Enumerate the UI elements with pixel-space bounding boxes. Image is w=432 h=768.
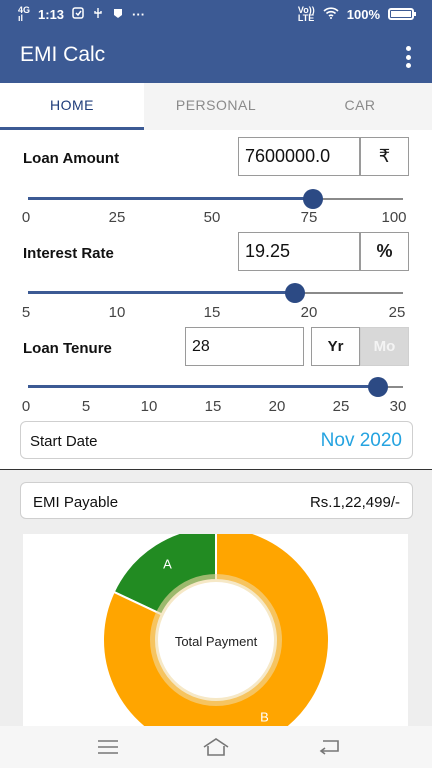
loan-tenure-label: Loan Tenure xyxy=(23,340,112,357)
emi-payable-value: Rs.1,22,499/- xyxy=(309,494,400,511)
loan-amount-label: Loan Amount xyxy=(23,150,120,167)
volte-indicator: Vo)) LTE xyxy=(297,5,315,23)
tick-label: 100 xyxy=(381,209,407,226)
start-date-label: Start Date xyxy=(30,433,98,450)
tick-label: 5 xyxy=(81,398,91,415)
status-left: 4G ıl 1:13 ··· xyxy=(18,5,146,23)
loan-tenure-slider-thumb[interactable] xyxy=(368,377,388,397)
donut-slice-label: B xyxy=(260,709,269,724)
usb-icon xyxy=(92,7,104,22)
tick-label: 20 xyxy=(268,398,286,415)
home-icon[interactable] xyxy=(202,736,230,763)
tab-car[interactable]: CAR xyxy=(288,83,432,130)
tick-label: 75 xyxy=(300,209,318,226)
interest-rate-slider[interactable] xyxy=(28,283,403,303)
overflow-menu-icon[interactable] xyxy=(404,46,412,68)
year-unit-button[interactable]: Yr xyxy=(311,327,360,366)
loan-tenure-input[interactable]: 28 xyxy=(185,327,304,366)
system-nav-bar xyxy=(0,726,432,768)
tick-label: 15 xyxy=(203,304,221,321)
tick-label: 25 xyxy=(108,209,126,226)
donut-slice-label: A xyxy=(163,557,172,572)
emi-payable-card: EMI Payable Rs.1,22,499/- xyxy=(20,482,413,519)
tick-label: 20 xyxy=(300,304,318,321)
interest-rate-input[interactable]: 19.25 xyxy=(238,232,360,271)
interest-rate-ticks: 5 10 15 20 25 xyxy=(0,304,432,322)
rupee-unit-button[interactable]: ₹ xyxy=(360,137,409,176)
status-right: Vo)) LTE 100% xyxy=(297,5,416,23)
percent-unit-button[interactable]: % xyxy=(360,232,409,271)
payment-chart-card: Total Payment A B xyxy=(23,534,408,726)
start-date-value[interactable]: Nov 2020 xyxy=(321,430,402,452)
tick-label: 30 xyxy=(389,398,407,415)
loan-amount-slider[interactable] xyxy=(28,189,403,209)
tick-label: 10 xyxy=(108,304,126,321)
battery-icon xyxy=(388,8,416,20)
loan-amount-ticks: 0 25 50 75 100 xyxy=(0,209,432,227)
tick-label: 25 xyxy=(332,398,350,415)
emi-payable-label: EMI Payable xyxy=(33,494,119,511)
interest-rate-slider-thumb[interactable] xyxy=(285,283,306,303)
payment-donut-chart: Total Payment A B xyxy=(102,534,330,726)
loan-tenure-slider[interactable] xyxy=(28,377,403,397)
tick-label: 5 xyxy=(21,304,31,321)
battery-percent: 100% xyxy=(346,6,380,22)
loan-amount-input[interactable]: 7600000.0 xyxy=(238,137,360,176)
donut-center-label: Total Payment xyxy=(175,634,258,649)
clock: 1:13 xyxy=(38,6,65,22)
tab-personal[interactable]: PERSONAL xyxy=(144,83,288,130)
back-icon[interactable] xyxy=(318,737,342,760)
interest-rate-label: Interest Rate xyxy=(23,245,114,262)
tick-label: 10 xyxy=(140,398,158,415)
loan-amount-slider-thumb[interactable] xyxy=(303,189,323,209)
month-unit-button[interactable]: Mo xyxy=(360,327,409,366)
shield-icon xyxy=(112,7,124,22)
more-notifications-icon: ··· xyxy=(132,6,146,22)
wifi-icon xyxy=(323,6,339,22)
tab-home[interactable]: HOME xyxy=(0,83,144,130)
loan-tenure-ticks: 0 5 10 15 20 25 30 xyxy=(0,398,432,416)
tick-label: 0 xyxy=(21,398,31,415)
tick-label: 25 xyxy=(388,304,406,321)
notification-icon xyxy=(72,6,84,22)
menu-icon[interactable] xyxy=(97,739,119,760)
tick-label: 0 xyxy=(21,209,31,226)
tick-label: 15 xyxy=(204,398,222,415)
tick-label: 50 xyxy=(203,209,221,226)
app-bar: EMI Calc xyxy=(0,28,432,83)
start-date-picker[interactable]: Start Date Nov 2020 xyxy=(20,421,413,459)
network-indicator: 4G ıl xyxy=(18,5,31,23)
status-bar: 4G ıl 1:13 ··· Vo)) LTE 100% xyxy=(0,0,432,28)
tab-bar: HOME PERSONAL CAR xyxy=(0,83,432,130)
app-title: EMI Calc xyxy=(20,43,106,66)
